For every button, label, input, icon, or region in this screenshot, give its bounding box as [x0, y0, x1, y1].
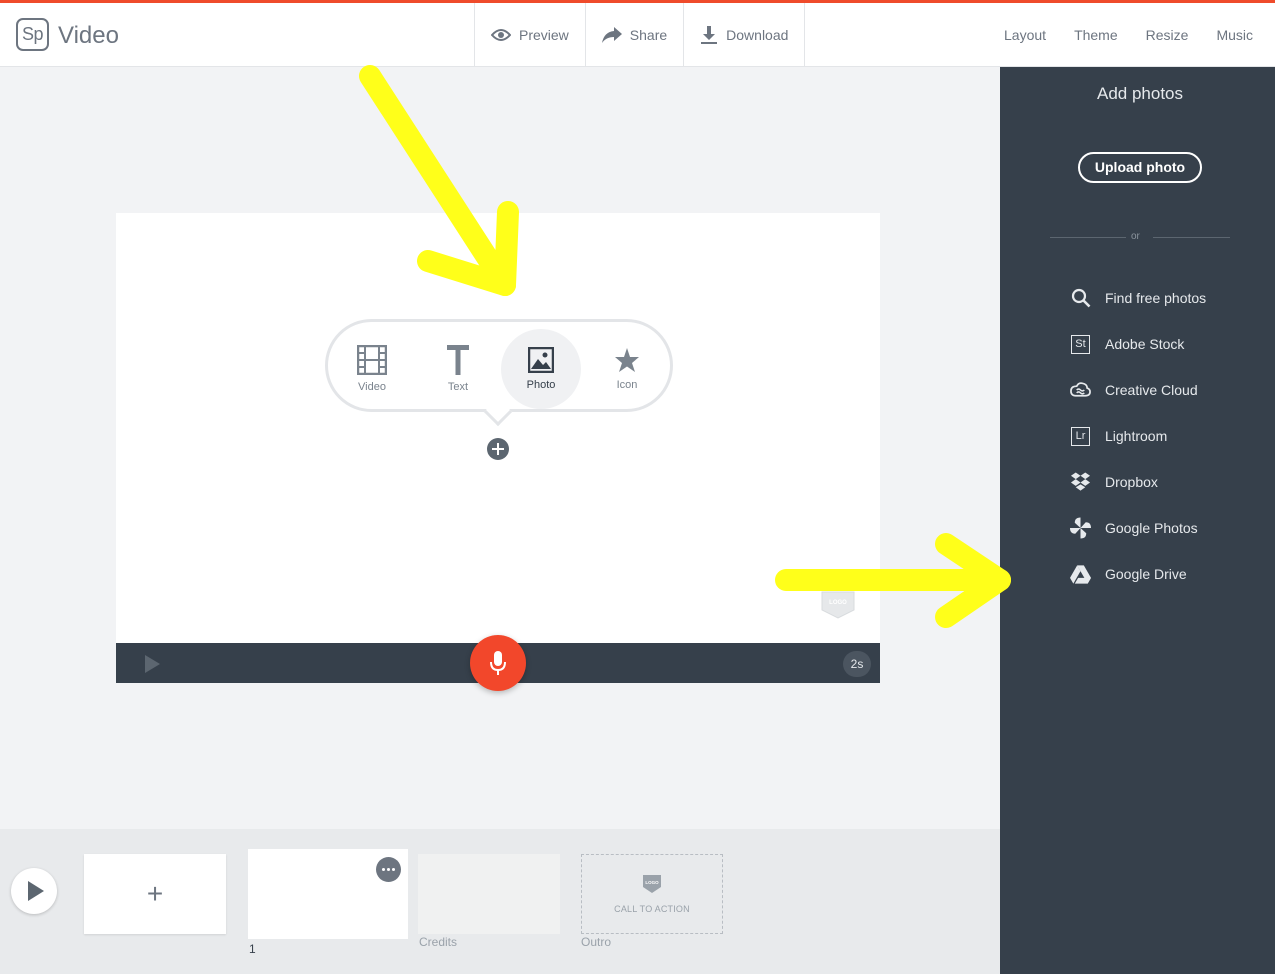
- photo-option-label: Photo: [526, 379, 556, 391]
- image-icon: [528, 347, 554, 373]
- play-video-button[interactable]: [11, 868, 57, 914]
- slide-duration-badge[interactable]: 2s: [843, 651, 871, 677]
- source-label: Creative Cloud: [1105, 382, 1198, 398]
- add-content-button[interactable]: [487, 438, 509, 460]
- source-label: Adobe Stock: [1105, 336, 1185, 352]
- app-header: Sp Video Preview Share Download Layout T…: [0, 3, 1275, 67]
- source-dropbox[interactable]: Dropbox: [1070, 470, 1158, 494]
- logo-placeholder-badge: LOGO: [821, 591, 855, 619]
- source-label: Dropbox: [1105, 474, 1158, 490]
- text-icon: [447, 345, 469, 375]
- source-creative-cloud[interactable]: Creative Cloud: [1070, 378, 1198, 402]
- google-photos-icon: [1070, 517, 1091, 539]
- outro-logo-text: LOGO: [645, 880, 659, 885]
- icon-option-label: Icon: [616, 379, 638, 391]
- slide-canvas[interactable]: [116, 213, 880, 643]
- add-text-option[interactable]: Text: [418, 329, 498, 409]
- add-video-option[interactable]: Video: [332, 329, 412, 409]
- panel-title: Add photos: [1096, 84, 1183, 103]
- add-icon-option[interactable]: Icon: [587, 329, 667, 409]
- divider-left: [1050, 237, 1126, 238]
- download-button[interactable]: Download: [684, 3, 806, 67]
- preview-button[interactable]: Preview: [475, 3, 586, 67]
- source-find-free-photos[interactable]: Find free photos: [1070, 286, 1206, 310]
- credits-slide-thumbnail[interactable]: [418, 854, 560, 934]
- or-label: or: [1131, 231, 1140, 242]
- share-arrow-icon: [601, 27, 622, 43]
- dropbox-icon: [1070, 472, 1091, 493]
- text-option-label: Text: [447, 381, 469, 393]
- outro-label: Outro: [581, 935, 612, 949]
- source-adobe-stock[interactable]: St Adobe Stock: [1070, 332, 1184, 356]
- record-voice-button[interactable]: [470, 635, 526, 691]
- spark-logo: Sp: [16, 18, 49, 51]
- plus-icon: [492, 443, 504, 455]
- slide-number: 1: [249, 942, 256, 956]
- add-photos-panel: Add photos Upload photo or Find free pho…: [1000, 67, 1275, 974]
- film-icon: [357, 345, 387, 375]
- search-icon: [1070, 288, 1091, 309]
- lightroom-icon: Lr: [1070, 426, 1091, 447]
- source-label: Google Photos: [1105, 520, 1198, 536]
- creative-cloud-icon: [1070, 380, 1091, 401]
- add-slide-button[interactable]: +: [84, 854, 226, 934]
- share-label: Share: [629, 27, 668, 43]
- divider-right: [1153, 237, 1230, 238]
- app-title: Video: [58, 22, 119, 49]
- call-to-action-text: CALL TO ACTION: [614, 904, 690, 914]
- source-label: Google Drive: [1105, 566, 1187, 582]
- layout-tab[interactable]: Layout: [1004, 27, 1046, 43]
- upload-photo-button[interactable]: Upload photo: [1078, 152, 1202, 183]
- google-drive-icon: [1070, 564, 1091, 585]
- theme-tab[interactable]: Theme: [1074, 27, 1118, 43]
- play-slide-icon[interactable]: [145, 655, 160, 673]
- microphone-icon: [490, 651, 506, 675]
- logo-placeholder-text: LOGO: [829, 600, 847, 606]
- source-label: Lightroom: [1105, 428, 1168, 444]
- outro-logo-badge: LOGO: [643, 875, 661, 893]
- source-google-drive[interactable]: Google Drive: [1070, 562, 1187, 586]
- video-option-label: Video: [358, 381, 386, 393]
- design-menu: Layout Theme Resize Music: [1004, 3, 1253, 67]
- credits-label: Credits: [419, 935, 458, 949]
- preview-label: Preview: [519, 27, 569, 43]
- download-label: Download: [726, 27, 789, 43]
- source-google-photos[interactable]: Google Photos: [1070, 516, 1198, 540]
- toolbar: Preview Share Download: [474, 3, 806, 67]
- adobe-stock-icon: St: [1070, 334, 1091, 355]
- music-tab[interactable]: Music: [1216, 27, 1253, 43]
- resize-tab[interactable]: Resize: [1146, 27, 1189, 43]
- slide-options-button[interactable]: [376, 857, 401, 882]
- source-lightroom[interactable]: Lr Lightroom: [1070, 424, 1167, 448]
- share-button[interactable]: Share: [586, 3, 685, 67]
- download-icon: [701, 26, 718, 44]
- star-icon: [615, 348, 639, 372]
- add-photo-option[interactable]: Photo: [501, 329, 581, 409]
- eye-icon: [491, 29, 511, 41]
- source-label: Find free photos: [1105, 290, 1207, 306]
